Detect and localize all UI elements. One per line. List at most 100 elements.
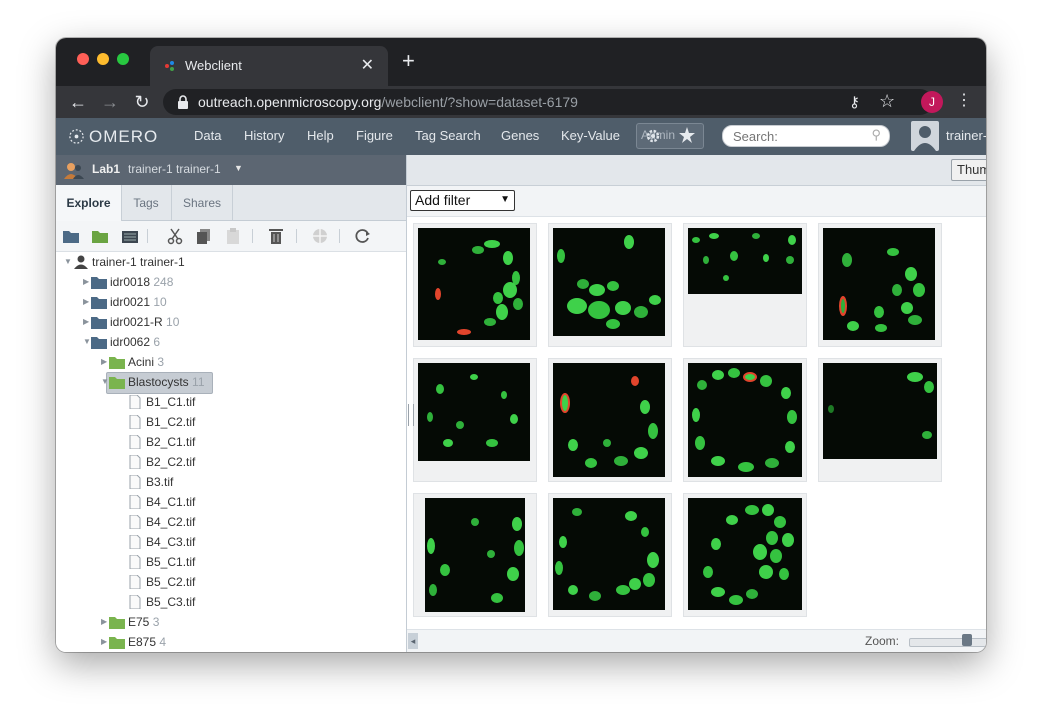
tree-image[interactable]: B3.tif: [56, 472, 396, 492]
thumbnail-b4-c3[interactable]: [818, 358, 942, 482]
thumbnails-view-button[interactable]: Thum: [951, 159, 986, 181]
tree-dataset-acini[interactable]: ▶ Acini 3: [56, 352, 396, 372]
toolbar-divider: [339, 229, 340, 243]
minimize-window-button[interactable]: [97, 53, 109, 65]
new-tab-button[interactable]: +: [402, 50, 415, 72]
search-icon[interactable]: ⚲: [871, 127, 881, 143]
group-name: Lab1: [92, 162, 121, 176]
left-panel: Lab1 trainer-1 trainer-1 ▼ Explore Tags …: [56, 155, 407, 652]
tree-toolbar: [56, 221, 406, 252]
new-dataset-icon[interactable]: [91, 227, 109, 245]
tree-image[interactable]: B2_C1.tif: [56, 432, 396, 452]
tree-image[interactable]: B1_C1.tif: [56, 392, 396, 412]
thumbnail-image: [418, 228, 530, 340]
bookmark-star-icon[interactable]: ☆: [879, 91, 895, 112]
thumbnail-b2-c1[interactable]: [683, 223, 807, 347]
thumbnail-b5-c1[interactable]: [413, 493, 537, 617]
thumbnail-b1-c1[interactable]: [413, 223, 537, 347]
omero-favicon-icon: [165, 61, 174, 71]
nav-help[interactable]: Help: [307, 128, 334, 143]
nav-genes[interactable]: Genes: [501, 128, 539, 143]
tree-project-idr0018[interactable]: ▶ idr0018 248: [56, 272, 396, 292]
key-icon[interactable]: ⚷: [849, 93, 860, 111]
maximize-window-button[interactable]: [117, 53, 129, 65]
user-avatar[interactable]: [911, 121, 939, 151]
omero-logo[interactable]: OMERO: [68, 127, 158, 147]
nav-key-value[interactable]: Key-Value: [561, 128, 620, 143]
forward-icon[interactable]: →: [99, 91, 121, 113]
tree-image[interactable]: B4_C2.tif: [56, 512, 396, 532]
permissions-icon[interactable]: [311, 227, 329, 245]
back-icon[interactable]: ←: [67, 91, 89, 113]
filter-bar: Add filter ▼: [407, 186, 986, 217]
browser-tab[interactable]: Webclient ✕: [150, 46, 388, 86]
cut-icon[interactable]: [166, 227, 184, 245]
tab-shares[interactable]: Shares: [172, 185, 233, 220]
thumbnail-b1-c2[interactable]: [548, 223, 672, 347]
thumbnail-b3[interactable]: [413, 358, 537, 482]
tree-image[interactable]: B4_C3.tif: [56, 532, 396, 552]
search-input[interactable]: [731, 128, 865, 145]
thumbnail-b4-c2[interactable]: [683, 358, 807, 482]
tree-dataset-e875[interactable]: ▶ E875 4: [56, 632, 396, 652]
tree-project-idr0021[interactable]: ▶ idr0021 10: [56, 292, 396, 312]
thumbnail-b5-c3[interactable]: [683, 493, 807, 617]
left-tabs: Explore Tags Shares: [56, 185, 406, 221]
close-tab-icon[interactable]: ✕: [361, 55, 374, 75]
admin-button[interactable]: Admin: [636, 123, 704, 149]
thumbnail-b4-c1[interactable]: [548, 358, 672, 482]
collapse-left-panel-icon[interactable]: ◂: [408, 633, 418, 649]
thumbnail-image: [688, 363, 802, 477]
zoom-slider[interactable]: [909, 638, 986, 647]
thumbnail-image: [823, 228, 935, 340]
image-file-icon: [129, 415, 141, 429]
nav-figure[interactable]: Figure: [356, 128, 393, 143]
add-filter-select[interactable]: Add filter ▼: [410, 190, 515, 211]
reload-icon[interactable]: ↻: [131, 91, 153, 113]
image-file-icon: [129, 455, 141, 469]
tree-root[interactable]: ▼ trainer-1 trainer-1: [56, 252, 396, 272]
thumbnail-b5-c2[interactable]: [548, 493, 672, 617]
tree-image[interactable]: B5_C1.tif: [56, 552, 396, 572]
thumbnail-image: [418, 363, 530, 461]
tree-image[interactable]: B5_C3.tif: [56, 592, 396, 612]
panel-splitter[interactable]: [408, 404, 414, 426]
refresh-icon[interactable]: [354, 227, 372, 245]
group-selector[interactable]: Lab1 trainer-1 trainer-1 ▼: [56, 155, 406, 185]
search-box[interactable]: ⚲: [722, 125, 890, 147]
nav-data[interactable]: Data: [194, 128, 221, 143]
tree-image[interactable]: B5_C2.tif: [56, 572, 396, 592]
image-file-icon: [129, 535, 141, 549]
user-icon: [74, 255, 88, 269]
nav-tag-search[interactable]: Tag Search: [415, 128, 481, 143]
tree-project-idr0062[interactable]: ▼ idr0062 6: [56, 332, 396, 352]
tree-dataset-e75[interactable]: ▶ E75 3: [56, 612, 396, 632]
new-project-icon[interactable]: [62, 227, 80, 245]
dataset-folder-icon: [109, 377, 125, 389]
tree-project-idr0021-r[interactable]: ▶ idr0021-R 10: [56, 312, 396, 332]
tab-explore[interactable]: Explore: [56, 185, 122, 221]
browser-toolbar: ← → ↻ outreach.openmicroscopy.org/webcli…: [56, 86, 986, 118]
tab-tags[interactable]: Tags: [121, 185, 172, 220]
profile-avatar[interactable]: J: [921, 91, 943, 113]
image-file-icon: [129, 555, 141, 569]
tree-image[interactable]: B2_C2.tif: [56, 452, 396, 472]
new-screen-icon[interactable]: [121, 227, 139, 245]
paste-icon[interactable]: [224, 227, 242, 245]
copy-icon[interactable]: [195, 227, 213, 245]
browser-menu-icon[interactable]: ⋮: [956, 90, 972, 110]
tree-image[interactable]: B1_C2.tif: [56, 412, 396, 432]
user-name[interactable]: trainer-: [946, 128, 986, 143]
data-tree: ▼ trainer-1 trainer-1 ▶ idr0018 248 ▶ id…: [56, 252, 406, 652]
tree-image[interactable]: B4_C1.tif: [56, 492, 396, 512]
delete-icon[interactable]: [267, 227, 285, 245]
thumbnail-image: [823, 363, 937, 459]
zoom-slider-handle[interactable]: [962, 634, 972, 646]
omero-header: OMERO Data History Help Figure Tag Searc…: [56, 118, 986, 155]
nav-history[interactable]: History: [244, 128, 284, 143]
close-window-button[interactable]: [77, 53, 89, 65]
image-file-icon: [129, 495, 141, 509]
tree-dataset-blastocysts[interactable]: ▼ Blastocysts 11: [56, 372, 396, 394]
address-bar[interactable]: outreach.openmicroscopy.org/webclient/?s…: [163, 89, 933, 115]
thumbnail-b2-c2[interactable]: [818, 223, 942, 347]
